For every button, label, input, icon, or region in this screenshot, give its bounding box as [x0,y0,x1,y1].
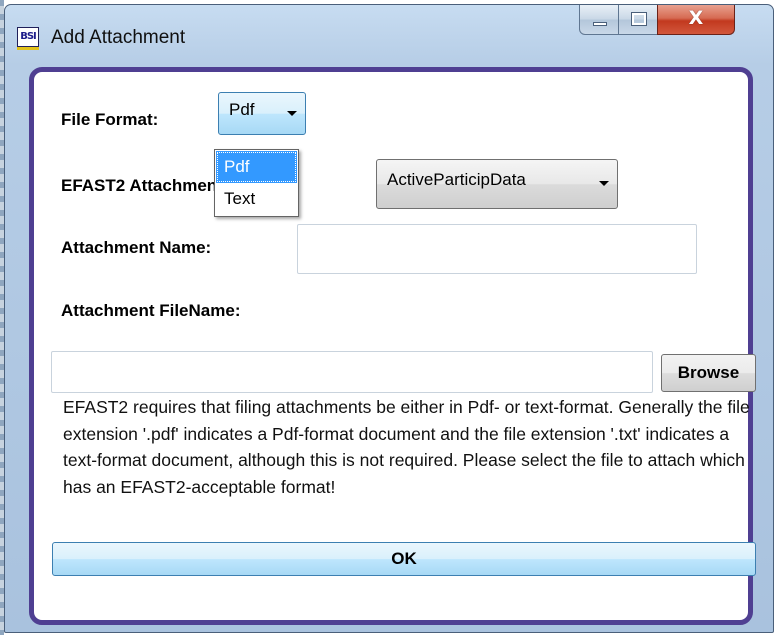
maximize-icon [631,12,647,26]
file-format-value: Pdf [229,100,255,119]
attachment-type-value: ActiveParticipData [387,170,526,189]
attachment-filename-input[interactable] [51,351,653,393]
dialog-content: File Format: Pdf EFAST2 Attachment Type:… [29,67,756,625]
close-icon: X [688,7,704,29]
chevron-down-icon [599,181,609,186]
add-attachment-dialog: BSI Add Attachment X File Format: Pdf EF… [4,4,774,633]
attachment-name-label: Attachment Name: [61,238,212,257]
ok-button[interactable]: OK [52,542,756,576]
app-logo-icon: BSI [17,27,39,50]
attachment-name-input[interactable] [297,224,697,274]
maximize-button[interactable] [618,5,658,35]
attachment-type-dropdown[interactable]: ActiveParticipData [376,159,618,209]
title-bar[interactable]: BSI Add Attachment X [5,5,773,71]
attachment-filename-label: Attachment FileName: [61,301,241,320]
window-title: Add Attachment [51,27,186,48]
minimize-icon [593,22,607,26]
file-format-label: File Format: [61,110,159,129]
minimize-button[interactable] [579,5,619,35]
chevron-down-icon [287,111,297,116]
close-button[interactable]: X [657,5,735,35]
format-description-text: EFAST2 requires that filing attachments … [63,397,750,497]
file-format-options-list: Pdf Text [214,149,299,217]
option-text[interactable]: Text [216,183,297,215]
file-format-dropdown[interactable]: Pdf [218,92,306,135]
option-pdf[interactable]: Pdf [216,151,297,183]
browse-button[interactable]: Browse [661,354,756,392]
